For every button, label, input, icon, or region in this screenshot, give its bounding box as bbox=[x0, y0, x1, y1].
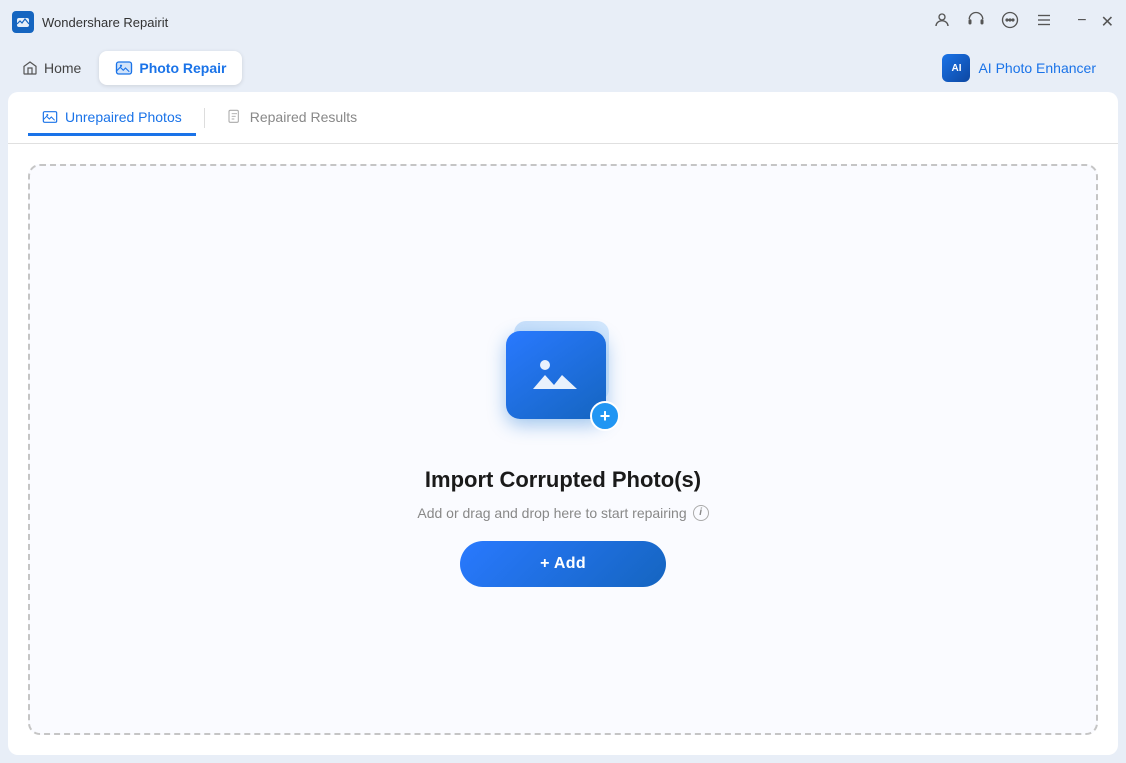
import-subtitle: Add or drag and drop here to start repai… bbox=[417, 505, 708, 521]
app-title: Wondershare Repairit bbox=[42, 15, 168, 30]
window-controls: − ✕ bbox=[1077, 12, 1114, 32]
plus-badge: + bbox=[590, 401, 620, 431]
content-area: Unrepaired Photos Repaired Results bbox=[8, 92, 1118, 755]
sub-tabs: Unrepaired Photos Repaired Results bbox=[8, 92, 1118, 144]
repaired-tab-icon bbox=[227, 109, 243, 125]
title-bar: Wondershare Repairit bbox=[0, 0, 1126, 44]
tab-separator bbox=[204, 108, 205, 128]
headset-icon[interactable] bbox=[967, 11, 985, 33]
nav-left: Home Photo Repair bbox=[8, 51, 242, 85]
home-icon bbox=[22, 60, 38, 76]
nav-bar: Home Photo Repair AI AI Photo Enhancer bbox=[0, 44, 1126, 92]
chat-icon[interactable] bbox=[1001, 11, 1019, 33]
tab-repaired[interactable]: Repaired Results bbox=[213, 101, 371, 136]
add-button[interactable]: + Add bbox=[460, 541, 666, 587]
photo-import-icon: + bbox=[498, 313, 628, 443]
nav-right: AI AI Photo Enhancer bbox=[928, 48, 1118, 88]
tab-unrepaired-label: Unrepaired Photos bbox=[65, 109, 182, 125]
ai-badge: AI bbox=[942, 54, 970, 82]
tab-unrepaired[interactable]: Unrepaired Photos bbox=[28, 101, 196, 136]
photo-repair-tab[interactable]: Photo Repair bbox=[99, 51, 242, 85]
drop-zone[interactable]: + Import Corrupted Photo(s) Add or drag … bbox=[28, 164, 1098, 735]
close-button[interactable]: ✕ bbox=[1101, 12, 1114, 32]
import-title: Import Corrupted Photo(s) bbox=[425, 467, 701, 493]
ai-enhancer-button[interactable]: AI AI Photo Enhancer bbox=[928, 48, 1110, 88]
menu-icon[interactable] bbox=[1035, 11, 1053, 33]
photo-repair-icon bbox=[115, 59, 133, 77]
info-icon[interactable]: i bbox=[693, 505, 709, 521]
account-icon[interactable] bbox=[933, 11, 951, 33]
home-tab[interactable]: Home bbox=[8, 52, 95, 84]
drop-zone-content: + Import Corrupted Photo(s) Add or drag … bbox=[417, 313, 708, 587]
photo-mountains-icon bbox=[529, 353, 583, 397]
tab-repaired-label: Repaired Results bbox=[250, 109, 357, 125]
title-bar-right: − ✕ bbox=[933, 11, 1114, 33]
ai-enhancer-label: AI Photo Enhancer bbox=[978, 60, 1096, 76]
photo-icon-front bbox=[506, 331, 606, 419]
unrepaired-tab-icon bbox=[42, 109, 58, 125]
title-bar-left: Wondershare Repairit bbox=[12, 11, 168, 33]
photo-repair-tab-label: Photo Repair bbox=[139, 60, 226, 76]
import-subtitle-text: Add or drag and drop here to start repai… bbox=[417, 505, 686, 521]
home-tab-label: Home bbox=[44, 60, 81, 76]
minimize-button[interactable]: − bbox=[1077, 12, 1086, 32]
app-icon bbox=[12, 11, 34, 33]
